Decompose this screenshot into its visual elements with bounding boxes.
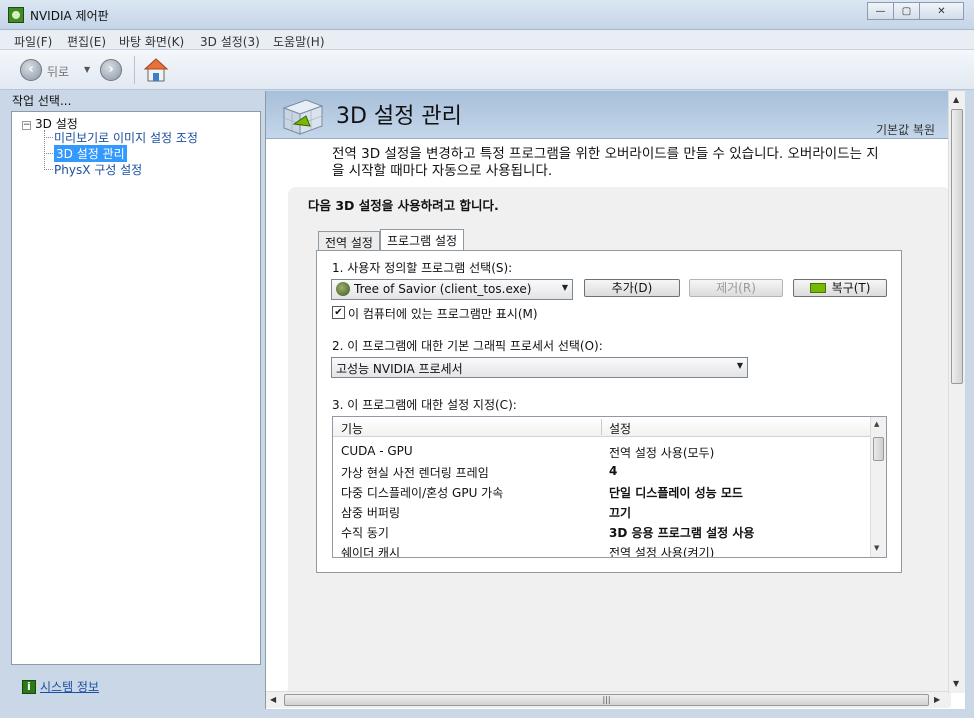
window-controls: — ▢ ✕ — [867, 2, 964, 20]
intro-text: 전역 3D 설정을 변경하고 특정 프로그램을 위한 오버라이드를 만들 수 있… — [332, 146, 952, 180]
nvidia-app-icon — [8, 7, 24, 23]
program-settings-tab-body: 1. 사용자 정의할 프로그램 선택(S): Tree of Savior (c… — [316, 250, 902, 573]
row-feature: 다중 디스플레이/혼성 GPU 가속 — [341, 486, 504, 500]
table-row[interactable]: 수직 동기 3D 응용 프로그램 설정 사용 — [333, 521, 871, 541]
row-setting: 3D 응용 프로그램 설정 사용 — [609, 526, 755, 540]
system-info-label[interactable]: 시스템 정보 — [40, 678, 99, 695]
grid-header: 기능 설정 — [333, 417, 871, 437]
tree-item-preview-image-settings[interactable]: 미리보기로 이미지 설정 조정 — [54, 129, 198, 146]
show-only-installed-label[interactable]: 이 컴퓨터에 있는 프로그램만 표시(M) — [348, 305, 538, 322]
back-button-label[interactable]: 뒤로 — [47, 63, 69, 80]
step1-label: 1. 사용자 정의할 프로그램 선택(S): — [332, 261, 513, 275]
menu-help[interactable]: 도움말(H) — [273, 33, 325, 50]
menu-file[interactable]: 파일(F) — [14, 33, 52, 50]
close-button[interactable]: ✕ — [919, 2, 964, 20]
column-divider[interactable] — [601, 419, 602, 435]
table-row[interactable]: 가상 현실 사전 렌더링 프레임 4 — [333, 461, 871, 481]
home-icon[interactable] — [143, 57, 169, 83]
graphics-processor-value: 고성능 NVIDIA 프로세서 — [336, 362, 463, 376]
tree-connector — [44, 137, 53, 138]
content-pane: 3D 설정 관리 기본값 복원 전역 3D 설정을 변경하고 특정 프로그램을 … — [265, 91, 965, 709]
minimize-button[interactable]: — — [867, 2, 894, 20]
window-title: NVIDIA 제어판 — [30, 9, 109, 23]
remove-program-button[interactable]: 제거(R) — [689, 279, 783, 297]
system-info-icon — [22, 679, 36, 694]
show-only-installed-checkbox[interactable]: ✔ — [332, 306, 345, 319]
toolbar-separator — [134, 56, 135, 84]
tree-connector — [44, 169, 53, 170]
scroll-right-icon[interactable]: ▶ — [934, 695, 940, 704]
panel-heading: 다음 3D 설정을 사용하려고 합니다. — [308, 198, 499, 213]
task-tree: −3D 설정 미리보기로 이미지 설정 조정 3D 설정 관리 PhysX 구성… — [11, 111, 261, 665]
grid-scroll-thumb[interactable] — [873, 437, 884, 461]
tree-item-physx-settings[interactable]: PhysX 구성 설정 — [54, 161, 142, 178]
tab-global-settings[interactable]: 전역 설정 — [318, 231, 380, 251]
vertical-scroll-thumb[interactable] — [951, 109, 963, 384]
content-vertical-scrollbar[interactable]: ▲ ▼ — [948, 91, 965, 693]
maximize-button[interactable]: ▢ — [893, 2, 920, 20]
menu-3d-settings[interactable]: 3D 설정(3) — [200, 33, 260, 50]
menu-edit[interactable]: 편집(E) — [67, 33, 106, 50]
tree-connector — [44, 130, 45, 170]
scroll-down-icon[interactable]: ▼ — [874, 544, 879, 552]
task-select-header: 작업 선택... — [12, 94, 72, 108]
scroll-up-icon[interactable]: ▲ — [953, 95, 959, 104]
row-setting: 단일 디스플레이 성능 모드 — [609, 486, 743, 500]
toolbar: ‹ 뒤로 ▼ › — [0, 50, 974, 90]
menu-bar: 파일(F) 편집(E) 바탕 화면(K) 3D 설정(3) 도움말(H) — [0, 30, 974, 50]
scroll-left-icon[interactable]: ◀ — [270, 695, 276, 704]
3d-settings-cube-icon — [282, 99, 324, 135]
menu-desktop[interactable]: 바탕 화면(K) — [119, 33, 184, 50]
restore-program-button[interactable]: 복구(T) — [793, 279, 887, 297]
table-row[interactable]: CUDA - GPU 전역 설정 사용(모두) — [333, 441, 871, 461]
step2-label: 2. 이 프로그램에 대한 기본 그래픽 프로세서 선택(O): — [332, 339, 603, 353]
page-banner: 3D 설정 관리 기본값 복원 — [266, 91, 949, 139]
intro-line-2: 을 시작할 때마다 자동으로 사용됩니다. — [332, 163, 553, 179]
tree-connector — [44, 153, 53, 154]
horizontal-scroll-thumb[interactable]: ||| — [284, 694, 929, 706]
restore-program-label: 복구(T) — [831, 281, 871, 295]
grid-scrollbar[interactable]: ▲ ▼ — [870, 417, 886, 557]
page-title: 3D 설정 관리 — [336, 104, 462, 129]
system-info-link[interactable]: 시스템 정보 — [22, 678, 99, 695]
forward-arrow-icon[interactable]: › — [100, 59, 122, 81]
row-setting: 끄기 — [609, 506, 632, 520]
step3-label: 3. 이 프로그램에 대한 설정 지정(C): — [332, 398, 517, 412]
program-icon — [336, 282, 350, 296]
graphics-processor-select[interactable]: 고성능 NVIDIA 프로세서 ▼ — [331, 357, 748, 378]
program-select-value: Tree of Savior (client_tos.exe) — [354, 282, 532, 296]
chevron-down-icon: ▼ — [736, 361, 743, 370]
nvidia-logo-icon — [809, 283, 826, 293]
collapse-icon[interactable]: − — [22, 121, 31, 130]
row-setting: 전역 설정 사용(모두) — [609, 446, 715, 460]
back-history-dropdown-icon[interactable]: ▼ — [84, 65, 90, 74]
row-feature: 삼중 버퍼링 — [341, 506, 401, 520]
row-feature: 가상 현실 사전 렌더링 프레임 — [341, 466, 489, 480]
table-row[interactable]: 삼중 버퍼링 끄기 — [333, 501, 871, 521]
title-bar: NVIDIA 제어판 — ▢ ✕ — [0, 0, 974, 30]
program-select[interactable]: Tree of Savior (client_tos.exe) ▼ — [331, 279, 573, 300]
table-row[interactable]: 쉐이더 캐시 전역 설정 사용(켜기) — [333, 541, 871, 558]
intro-line-1: 전역 3D 설정을 변경하고 특정 프로그램을 위한 오버라이드를 만들 수 있… — [332, 146, 879, 162]
row-feature: 수직 동기 — [341, 526, 389, 540]
row-feature: CUDA - GPU — [341, 444, 413, 458]
back-arrow-icon[interactable]: ‹ — [20, 59, 42, 81]
add-program-button[interactable]: 추가(D) — [584, 279, 680, 297]
header-feature[interactable]: 기능 — [341, 420, 363, 437]
tab-program-settings[interactable]: 프로그램 설정 — [380, 229, 465, 252]
content-horizontal-scrollbar[interactable]: ◀ ||| ▶ — [266, 691, 948, 708]
row-feature: 쉐이더 캐시 — [341, 546, 401, 558]
table-row[interactable]: 다중 디스플레이/혼성 GPU 가속 단일 디스플레이 성능 모드 — [333, 481, 871, 501]
chevron-down-icon: ▼ — [561, 283, 568, 292]
scroll-up-icon[interactable]: ▲ — [874, 420, 879, 428]
row-setting: 전역 설정 사용(켜기) — [609, 546, 715, 558]
restore-defaults-link[interactable]: 기본값 복원 — [876, 121, 935, 138]
tree-item-manage-3d-settings[interactable]: 3D 설정 관리 — [54, 145, 127, 162]
settings-grid: 기능 설정 CUDA - GPU 전역 설정 사용(모두) 가상 현실 사전 렌… — [332, 416, 887, 558]
scroll-down-icon[interactable]: ▼ — [953, 679, 959, 688]
row-setting: 4 — [609, 464, 618, 478]
header-setting[interactable]: 설정 — [609, 420, 631, 437]
